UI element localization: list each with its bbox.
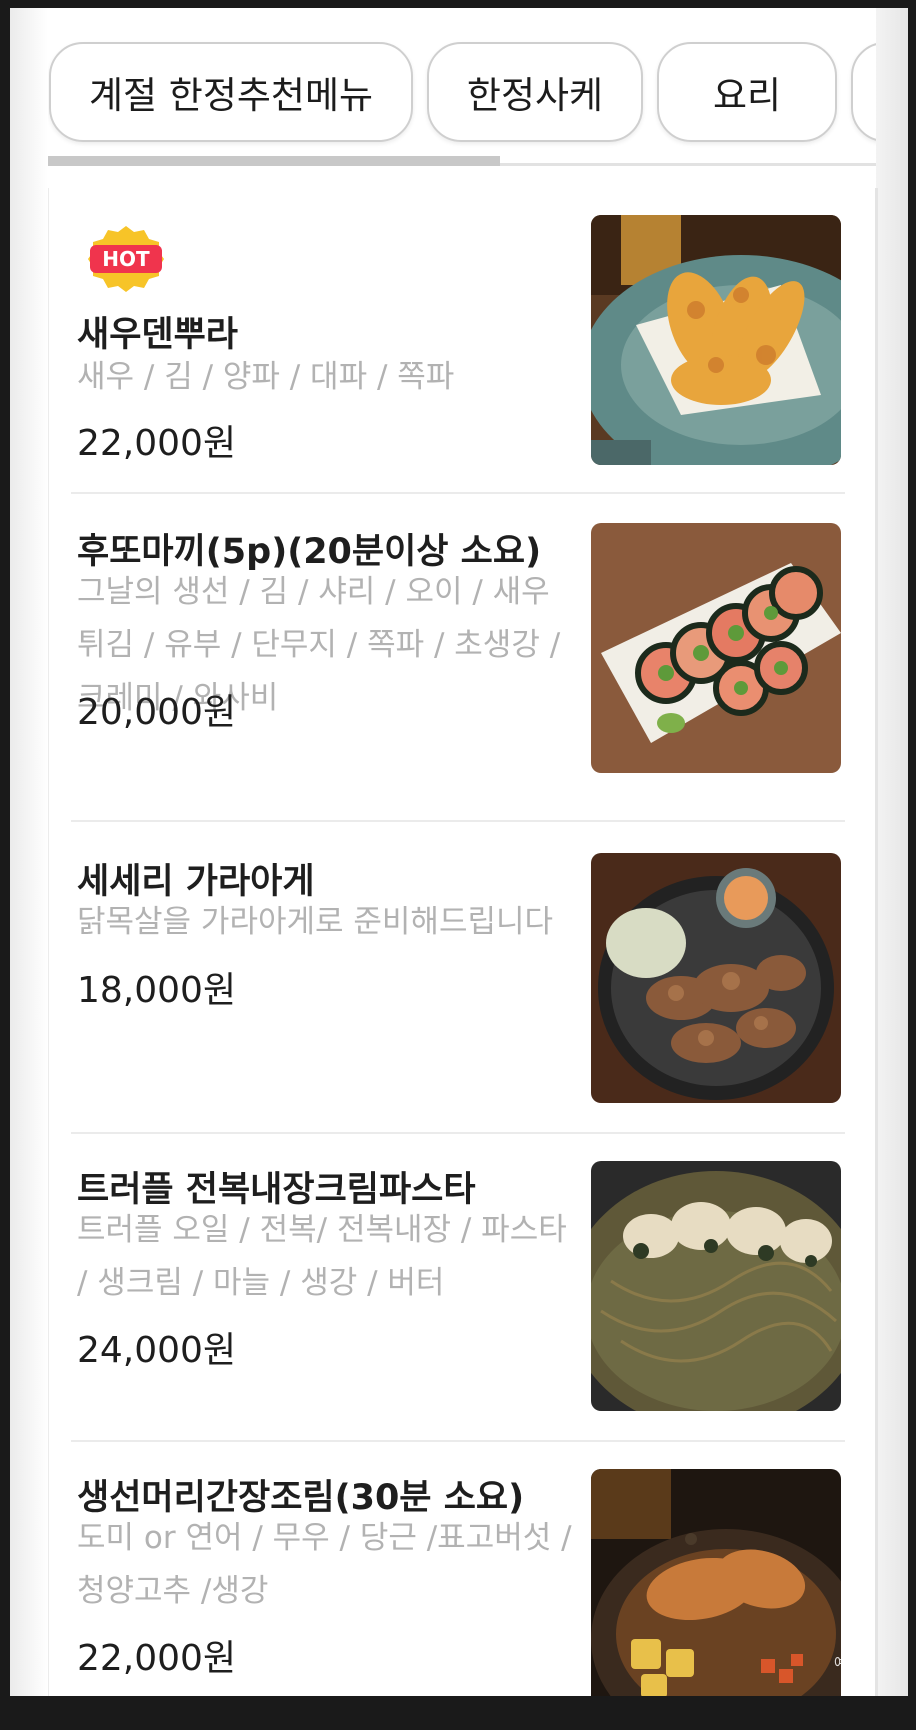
bottom-frame — [0, 1696, 916, 1730]
category-tabs[interactable]: 계절 한정추천메뉴 한정사케 요리 이 — [48, 34, 908, 149]
pasta-photo[interactable] — [591, 1161, 841, 1411]
menu-item-price: 22,000원 — [77, 1638, 237, 1679]
tab-dishes[interactable]: 요리 — [657, 42, 837, 142]
menu-item-fish-head[interactable]: 생선머리간장조림(30분 소요) 도미 or 연어 / 무우 / 당근 /표고버… — [49, 1442, 875, 1696]
fish-head-photo[interactable] — [591, 1469, 841, 1696]
item-divider — [71, 820, 845, 822]
menu-item-price: 22,000원 — [77, 423, 237, 464]
karaage-photo[interactable] — [591, 853, 841, 1103]
hot-badge-icon: HOT — [88, 226, 164, 292]
menu-item-description: 도미 or 연어 / 무우 / 당근 /표고버섯 / 청양고추 /생강 — [77, 1520, 572, 1609]
tab-limited-sake[interactable]: 한정사케 — [427, 42, 643, 142]
right-edge-shade — [876, 8, 908, 1696]
tab-scrollbar-thumb[interactable] — [48, 156, 500, 166]
watermark-text: 예 — [834, 1656, 847, 1672]
hot-badge-text: HOT — [102, 247, 150, 271]
tempura-photo[interactable] — [591, 215, 841, 465]
menu-item-description: 트러플 오일 / 전복/ 전복내장 / 파스타 / 생크림 / 마늘 / 생강 … — [77, 1212, 567, 1301]
menu-item-price: 18,000원 — [77, 970, 237, 1011]
menu-item-shrimp-tempura[interactable]: HOT 새우덴뿌라 새우 / 김 / 양파 / 대파 / 쪽파 22,000원 — [49, 188, 875, 498]
menu-item-description: 새우 / 김 / 양파 / 대파 / 쪽파 — [77, 359, 455, 395]
tab-seasonal-limited[interactable]: 계절 한정추천메뉴 — [49, 42, 413, 142]
menu-item-price: 24,000원 — [77, 1330, 237, 1371]
menu-screen: 계절 한정추천메뉴 한정사케 요리 이 HOT 새우덴뿌라 새우 / 김 / 양… — [10, 8, 908, 1696]
menu-item-seseri-karaage[interactable]: 세세리 가라아게 닭목살을 가라아게로 준비해드립니다 18,000원 — [49, 826, 875, 1136]
menu-item-truffle-pasta[interactable]: 트러플 전복내장크림파스타 트러플 오일 / 전복/ 전복내장 / 파스타 / … — [49, 1134, 875, 1444]
menu-item-futomaki[interactable]: 후또마끼(5p)(20분이상 소요) 그날의 생선 / 김 / 샤리 / 오이 … — [49, 496, 875, 826]
futomaki-photo[interactable] — [591, 523, 841, 773]
left-edge-shade — [10, 8, 48, 1696]
item-divider — [71, 492, 845, 494]
menu-item-description: 닭목살을 가라아게로 준비해드립니다 — [77, 904, 554, 940]
menu-item-price: 20,000원 — [77, 692, 237, 733]
menu-item-name: 새우덴뿌라 — [77, 315, 239, 355]
menu-list: HOT 새우덴뿌라 새우 / 김 / 양파 / 대파 / 쪽파 22,000원 — [48, 188, 878, 1696]
